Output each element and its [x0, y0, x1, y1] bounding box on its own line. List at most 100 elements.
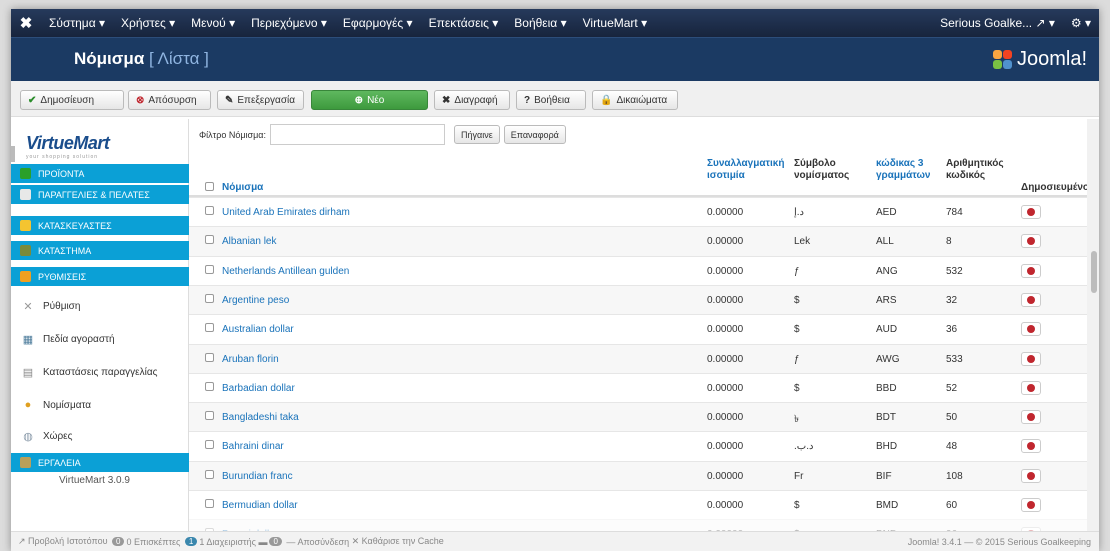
row-checkbox[interactable]: [205, 381, 214, 391]
currency-name-link[interactable]: Australian dollar: [222, 324, 294, 335]
store-icon: [20, 245, 31, 256]
exchange-rate: 0.00000: [707, 441, 744, 453]
unpublish-button[interactable]: ⊗ Απόσυρση: [128, 90, 211, 110]
filter-input[interactable]: [270, 124, 445, 145]
reset-button[interactable]: Επαναφορά: [503, 125, 566, 144]
menu-users[interactable]: Χρήστες ▾: [113, 9, 183, 37]
filter-bar: Φίλτρο Νόμισμα: Πήγαινε Επαναφορά: [199, 124, 570, 145]
menu-components[interactable]: Εφαρμογές ▾: [335, 9, 421, 37]
unpublished-toggle-button[interactable]: [1021, 498, 1041, 512]
menu-menus[interactable]: Μενού ▾: [183, 9, 243, 37]
menu-extensions[interactable]: Επεκτάσεις ▾: [421, 9, 507, 37]
menu-help[interactable]: Βοήθεια ▾: [506, 9, 574, 37]
sidebar-collapse-handle[interactable]: [11, 146, 15, 162]
row-checkbox[interactable]: [205, 440, 214, 450]
col-exchange-rate[interactable]: Συναλλαγματική ισοτιμία: [707, 158, 784, 182]
publish-button[interactable]: ✔ Δημοσίευση: [20, 90, 124, 110]
currency-symbol: $: [794, 324, 800, 336]
wrench-icon: ✕: [23, 300, 33, 313]
currency-name-link[interactable]: Argentine peso: [222, 295, 289, 306]
settings-gear-icon[interactable]: ⚙ ▾: [1063, 9, 1099, 37]
view-site-link[interactable]: ↗ Προβολή Ιστοτόπου: [18, 536, 108, 547]
sidebar-item-shopper-fields[interactable]: ▦ Πεδία αγοραστή: [11, 324, 189, 354]
currency-symbol: $: [794, 382, 800, 394]
sidebar-cat-tools[interactable]: ΕΡΓΑΛΕΙΑ: [11, 453, 189, 472]
clear-cache-link[interactable]: ✕ Καθάρισε την Cache: [352, 536, 444, 547]
unpublished-toggle-button[interactable]: [1021, 263, 1041, 278]
currency-name-link[interactable]: United Arab Emirates dirham: [222, 207, 350, 218]
exchange-rate: 0.00000: [707, 353, 744, 365]
currency-name-link[interactable]: Barbadian dollar: [222, 383, 295, 394]
sidebar-item-configuration[interactable]: ✕ Ρύθμιση: [11, 291, 189, 321]
exchange-rate: 0.00000: [707, 207, 744, 218]
numeric-code: 60: [946, 500, 958, 511]
filter-label: Φίλτρο Νόμισμα:: [199, 129, 266, 140]
row-checkbox[interactable]: [205, 323, 214, 333]
delete-button[interactable]: ✖ Διαγραφή: [434, 90, 510, 110]
unpublished-icon: [1027, 266, 1035, 275]
unpublished-toggle-button[interactable]: [1021, 439, 1041, 454]
currency-name-link[interactable]: Albanian lek: [222, 236, 276, 247]
currency-name-link[interactable]: Netherlands Antillean gulden: [222, 266, 349, 277]
currency-name-link[interactable]: Bahraini dinar: [222, 441, 284, 452]
sidebar-cat-store[interactable]: ΚΑΤΑΣΤΗΜΑ: [11, 241, 189, 260]
currency-symbol: .د.ب: [794, 441, 814, 453]
menu-system[interactable]: Σύστημα ▾: [41, 9, 113, 37]
sidebar-cat-settings[interactable]: ΡΥΘΜΙΣΕΙΣ: [11, 267, 189, 286]
form-icon: ▦: [22, 333, 34, 346]
currency-code3: AUD: [876, 324, 898, 336]
menu-content[interactable]: Περιεχόμενο ▾: [243, 9, 335, 37]
currency-symbol: د.إ: [794, 207, 805, 218]
logout-link[interactable]: — Αποσύνδεση: [286, 537, 349, 547]
unpublished-toggle-button[interactable]: [1021, 322, 1041, 337]
new-button[interactable]: ⊕ Νέο: [311, 90, 428, 110]
menu-virtuemart[interactable]: VirtueMart ▾: [575, 9, 656, 37]
user-menu[interactable]: Serious Goalke... ↗ ▾: [932, 9, 1063, 37]
currency-name-link[interactable]: Aruban florin: [222, 354, 279, 365]
sidebar-item-currencies[interactable]: ● Νομίσματα: [11, 390, 189, 420]
page-header: Νόμισμα [ Λίστα ] Joomla!: [11, 37, 1099, 81]
joomla-logo-icon: [992, 49, 1013, 70]
edit-button[interactable]: ✎ Επεξεργασία: [217, 90, 304, 110]
currency-symbol: Fr: [794, 470, 804, 482]
sidebar-cat-label: ΠΑΡΑΓΓΕΛΙΕΣ & ΠΕΛΑΤΕΣ: [38, 189, 150, 200]
unpublished-toggle-button[interactable]: [1021, 205, 1041, 219]
unpublished-toggle-button[interactable]: [1021, 410, 1041, 425]
currency-name-link[interactable]: Bangladeshi taka: [222, 412, 299, 423]
sidebar-item-order-statuses[interactable]: ▤ Καταστάσεις παραγγελίας: [11, 357, 189, 387]
sidebar-cat-products[interactable]: ΠΡΟΪΟΝΤΑ: [11, 164, 189, 183]
help-button[interactable]: ? Βοήθεια: [516, 90, 586, 110]
sidebar-cat-orders[interactable]: ΠΑΡΑΓΓΕΛΙΕΣ & ΠΕΛΑΤΕΣ: [11, 185, 189, 204]
scrollbar-thumb[interactable]: [1091, 251, 1097, 293]
currency-code3: ANG: [876, 265, 898, 277]
permissions-label: Δικαιώματα: [616, 94, 668, 106]
row-checkbox[interactable]: [205, 352, 214, 362]
currency-name-link[interactable]: Bermudian dollar: [222, 500, 298, 511]
manufacturers-icon: [20, 220, 31, 231]
row-checkbox[interactable]: [205, 235, 214, 245]
permissions-button[interactable]: 🔒 Δικαιώματα: [592, 90, 678, 110]
sidebar-cat-manufacturers[interactable]: ΚΑΤΑΣΚΕΥΑΣΤΕΣ: [11, 216, 189, 235]
unpublished-toggle-button[interactable]: [1021, 351, 1041, 366]
row-checkbox[interactable]: [205, 264, 214, 274]
row-checkbox[interactable]: [205, 206, 214, 215]
joomla-x-icon[interactable]: ✖: [11, 9, 41, 37]
row-checkbox[interactable]: [205, 499, 214, 508]
sidebar-item-countries[interactable]: ◍ Χώρες: [11, 421, 189, 451]
unpublished-toggle-button[interactable]: [1021, 468, 1041, 483]
row-checkbox[interactable]: [205, 293, 214, 303]
row-checkbox[interactable]: [205, 469, 214, 479]
go-button[interactable]: Πήγαινε: [454, 125, 500, 144]
unpublished-toggle-button[interactable]: [1021, 234, 1041, 249]
col-code3[interactable]: κώδικας 3 γραμμάτων: [876, 158, 930, 182]
col-currency[interactable]: Νόμισμα: [222, 182, 263, 194]
row-checkbox[interactable]: [205, 411, 214, 421]
scrollbar[interactable]: [1087, 119, 1099, 531]
currency-name-link[interactable]: Burundian franc: [222, 471, 293, 482]
unpublished-toggle-button[interactable]: [1021, 380, 1041, 395]
unpublished-toggle-button[interactable]: [1021, 292, 1041, 307]
messages-icon[interactable]: ▬: [258, 537, 267, 547]
exchange-rate: 0.00000: [707, 412, 744, 424]
select-all-checkbox[interactable]: [205, 182, 214, 191]
admins-badge: 1: [184, 537, 198, 546]
